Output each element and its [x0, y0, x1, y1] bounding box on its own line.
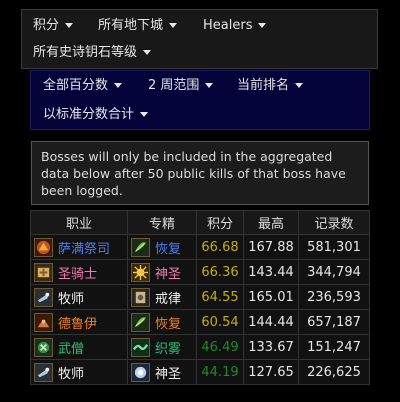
score-cell: 64.55 [196, 284, 244, 310]
role-dropdown-label: Healers [203, 18, 253, 33]
best-cell: 133.67 [243, 334, 299, 360]
table-row[interactable]: 武僧 织雾 46.49 133.67 151,247 [30, 334, 370, 360]
header-best[interactable]: 最高 [243, 210, 299, 235]
count-cell: 581,301 [298, 234, 370, 260]
keystone-level-dropdown[interactable]: 所有史诗钥石等级 [33, 45, 152, 61]
best-cell: 165.01 [243, 284, 299, 310]
ranking-dropdown[interactable]: 当前排名 [237, 78, 304, 94]
header-spec[interactable]: 专精 [127, 210, 197, 235]
count-cell: 151,247 [298, 334, 370, 360]
spec-name[interactable]: 恢复 [155, 317, 181, 332]
ranking-filter-panel: 全部百分数 2 周范围 当前排名 以标准分数合计 [30, 70, 370, 130]
ranking-dropdown-label: 当前排名 [237, 78, 290, 93]
chevron-down-icon [65, 23, 74, 28]
aggregate-dropdown-label: 以标准分数合计 [43, 107, 135, 122]
table-body: 萨满祭司 恢复 66.68 167.88 581,301 圣骑士 神圣 66.36 143.44… [30, 234, 370, 385]
table-row[interactable]: 牧师 神圣 44.19 127.65 226,625 [30, 359, 370, 385]
score-cell: 60.54 [196, 309, 244, 335]
best-cell: 167.88 [243, 234, 299, 260]
spec-cell[interactable]: 戒律 [127, 284, 197, 310]
druid-icon [34, 312, 53, 332]
dungeons-dropdown[interactable]: 所有地下城 [98, 18, 178, 34]
priest-icon [34, 362, 53, 382]
discipline-icon [131, 287, 150, 307]
spec-name[interactable]: 恢复 [155, 242, 181, 257]
class-name[interactable]: 德鲁伊 [58, 317, 97, 332]
score-cell: 66.36 [196, 259, 244, 285]
shaman-icon [34, 237, 53, 257]
table-header-row: 职业 专精 积分 最高 记录数 [30, 210, 370, 235]
priest-icon [34, 287, 53, 307]
header-score[interactable]: 积分 [196, 210, 244, 235]
class-name[interactable]: 萨满祭司 [58, 242, 110, 257]
chevron-down-icon [114, 83, 123, 88]
class-name[interactable]: 牧师 [58, 367, 84, 382]
restoration-icon [131, 237, 150, 257]
range-dropdown-label: 2 周范围 [148, 78, 200, 93]
chevron-down-icon [258, 23, 267, 28]
percentile-dropdown-label: 全部百分数 [43, 78, 109, 93]
chevron-down-icon [295, 83, 304, 88]
header-class[interactable]: 职业 [30, 210, 128, 235]
table-row[interactable]: 萨满祭司 恢复 66.68 167.88 581,301 [30, 234, 370, 260]
holy-icon [131, 262, 150, 282]
spec-cell[interactable]: 神圣 [127, 259, 197, 285]
count-cell: 344,794 [298, 259, 370, 285]
score-cell: 66.68 [196, 234, 244, 260]
class-name[interactable]: 圣骑士 [58, 267, 97, 282]
spec-name[interactable]: 神圣 [155, 267, 181, 282]
chevron-down-icon [140, 112, 149, 117]
count-cell: 657,187 [298, 309, 370, 335]
count-cell: 226,625 [298, 359, 370, 385]
spec-cell[interactable]: 恢复 [127, 309, 197, 335]
class-cell[interactable]: 圣骑士 [30, 259, 128, 285]
dungeons-dropdown-label: 所有地下城 [98, 18, 164, 33]
aggregation-notice: Bosses will only be included in the aggr… [31, 141, 369, 205]
spec-name[interactable]: 戒律 [155, 292, 181, 307]
class-name[interactable]: 牧师 [58, 292, 84, 307]
chevron-down-icon [169, 23, 178, 28]
filter-bar: 积分 所有地下城 Healers 所有史诗钥石等级 [21, 9, 378, 69]
spec-cell[interactable]: 织雾 [127, 334, 197, 360]
table-row[interactable]: 牧师 戒律 64.55 165.01 236,593 [30, 284, 370, 310]
aggregate-dropdown[interactable]: 以标准分数合计 [43, 107, 149, 123]
score-dropdown-label: 积分 [33, 18, 60, 33]
mistweaver-icon [131, 337, 150, 357]
spec-cell[interactable]: 恢复 [127, 234, 197, 260]
score-dropdown[interactable]: 积分 [33, 18, 74, 34]
class-name[interactable]: 武僧 [58, 342, 84, 357]
class-cell[interactable]: 武僧 [30, 334, 128, 360]
percentile-dropdown[interactable]: 全部百分数 [43, 78, 123, 94]
header-count[interactable]: 记录数 [298, 210, 370, 235]
chevron-down-icon [205, 83, 214, 88]
keystone-level-dropdown-label: 所有史诗钥石等级 [33, 45, 138, 60]
spec-name[interactable]: 神圣 [155, 367, 181, 382]
class-cell[interactable]: 牧师 [30, 284, 128, 310]
range-dropdown[interactable]: 2 周范围 [148, 78, 214, 94]
best-cell: 143.44 [243, 259, 299, 285]
spec-name[interactable]: 织雾 [155, 342, 181, 357]
paladin-icon [34, 262, 53, 282]
role-dropdown[interactable]: Healers [203, 18, 267, 34]
monk-icon [34, 337, 53, 357]
table-row[interactable]: 圣骑士 神圣 66.36 143.44 344,794 [30, 259, 370, 285]
spec-cell[interactable]: 神圣 [127, 359, 197, 385]
spec-ranking-table: 职业 专精 积分 最高 记录数 萨满祭司 恢复 66.68 167.88 581,301… [30, 210, 370, 385]
score-cell: 44.19 [196, 359, 244, 385]
class-cell[interactable]: 德鲁伊 [30, 309, 128, 335]
score-cell: 46.49 [196, 334, 244, 360]
table-row[interactable]: 德鲁伊 恢复 60.54 144.44 657,187 [30, 309, 370, 335]
chevron-down-icon [143, 50, 152, 55]
best-cell: 127.65 [243, 359, 299, 385]
class-cell[interactable]: 萨满祭司 [30, 234, 128, 260]
class-cell[interactable]: 牧师 [30, 359, 128, 385]
restoration-icon [131, 312, 150, 332]
holy-priest-icon [131, 362, 150, 382]
count-cell: 236,593 [298, 284, 370, 310]
best-cell: 144.44 [243, 309, 299, 335]
